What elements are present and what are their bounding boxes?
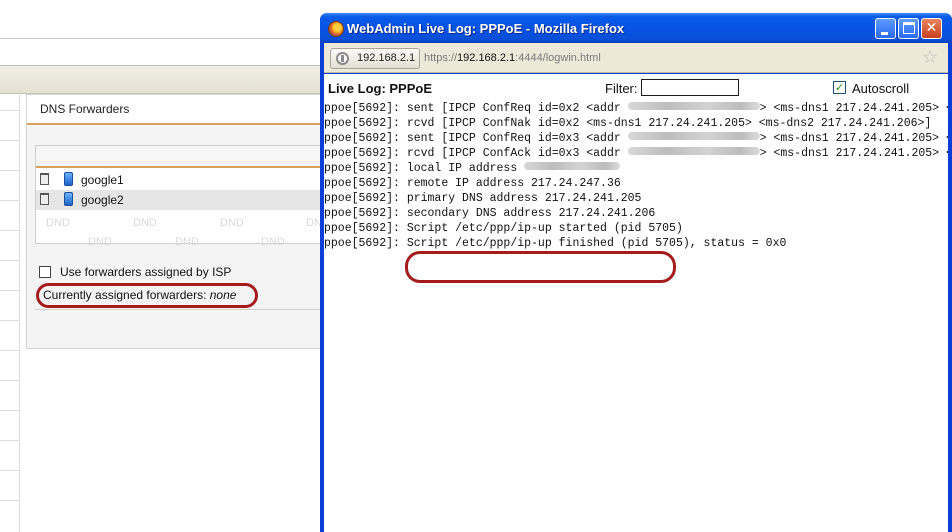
log-text: ppoe[5692]: sent [IPCP ConfReq id=0x3 <a…	[324, 132, 628, 145]
site-identity-label: 192.168.2.1	[357, 52, 416, 64]
dnd-watermark: DND	[88, 236, 112, 248]
server-icon	[64, 192, 73, 206]
minimize-icon	[881, 32, 888, 35]
log-content: Live Log: PPPoE Filter: ✓ Autoscroll ppo…	[324, 74, 948, 532]
autoscroll-label: Autoscroll	[852, 81, 910, 96]
window-title: WebAdmin Live Log: PPPoE - Mozilla Firef…	[347, 21, 625, 36]
use-isp-forwarders-label: Use forwarders assigned by ISP	[60, 265, 232, 279]
log-line: ppoe[5692]: sent [IPCP ConfReq id=0x2 <a…	[324, 101, 948, 116]
window-titlebar[interactable]: WebAdmin Live Log: PPPoE - Mozilla Firef…	[320, 13, 952, 43]
log-text: > <ms-dns1 217.24.241.205> <ms-d	[759, 102, 948, 115]
highlight-oval	[36, 283, 258, 308]
log-line: ppoe[5692]: remote IP address 217.24.247…	[324, 176, 948, 191]
globe-icon	[336, 52, 349, 65]
redacted-address	[524, 162, 621, 170]
log-text: ppoe[5692]: sent [IPCP ConfReq id=0x2 <a…	[324, 102, 628, 115]
log-line: ppoe[5692]: Script /etc/ppp/ip-up starte…	[324, 221, 948, 236]
log-text: ppoe[5692]: local IP address	[324, 162, 525, 175]
redacted-address	[627, 102, 760, 110]
log-title: Live Log: PPPoE	[328, 81, 433, 96]
highlight-oval	[405, 251, 676, 283]
log-text: > <ms-dns1 217.24.241.205> <ms-d	[759, 147, 948, 160]
dnd-watermark: DND	[133, 217, 157, 229]
live-log-window: WebAdmin Live Log: PPPoE - Mozilla Firef…	[320, 13, 952, 532]
close-icon: ✕	[925, 20, 938, 36]
log-text: ppoe[5692]: Script /etc/ppp/ip-up starte…	[324, 222, 683, 235]
forwarder-row-google2[interactable]: google2	[36, 190, 326, 210]
maximize-button[interactable]	[898, 18, 919, 39]
log-output: ppoe[5692]: sent [IPCP ConfReq id=0x2 <a…	[324, 101, 948, 501]
filter-label: Filter:	[605, 81, 638, 96]
maximize-icon	[903, 22, 915, 34]
url-host: 192.168.2.1	[457, 52, 516, 64]
log-line: ppoe[5692]: rcvd [IPCP ConfAck id=0x3 <a…	[324, 146, 948, 161]
dnd-watermark: DND	[220, 217, 244, 229]
log-text: ppoe[5692]: secondary DNS address 217.24…	[324, 207, 656, 220]
log-line: ppoe[5692]: primary DNS address 217.24.2…	[324, 191, 948, 206]
log-text: > <ms-dns1 217.24.241.205> <ms-d	[759, 132, 948, 145]
trash-icon[interactable]	[40, 193, 49, 205]
log-text: ppoe[5692]: remote IP address 217.24.247…	[324, 177, 621, 190]
log-text: ppoe[5692]: primary DNS address 217.24.2…	[324, 192, 642, 205]
forwarder-row-google1[interactable]: google1	[36, 170, 326, 190]
dnd-watermark: DND	[261, 236, 285, 248]
url-path: :4444/logwin.html	[515, 52, 601, 64]
log-line: ppoe[5692]: Script /etc/ppp/ip-up finish…	[324, 236, 948, 251]
log-line: ppoe[5692]: local IP address	[324, 161, 948, 176]
left-column	[0, 94, 20, 532]
log-line: ppoe[5692]: secondary DNS address 217.24…	[324, 206, 948, 221]
site-identity-button[interactable]: 192.168.2.1	[330, 48, 420, 69]
filter-input[interactable]	[641, 79, 739, 96]
url-field[interactable]: https://192.168.2.1:4444/logwin.html	[424, 52, 601, 64]
screen: DNS Forwarders google1 google2 DND DND D…	[0, 0, 952, 532]
redacted-address	[627, 132, 760, 140]
use-isp-forwarders-checkbox[interactable]	[39, 266, 51, 278]
log-line: ppoe[5692]: rcvd [IPCP ConfNak id=0x2 <m…	[324, 116, 948, 131]
autoscroll-checkbox[interactable]: ✓	[833, 81, 846, 94]
dnd-watermark: DND	[46, 217, 70, 229]
panel-title: DNS Forwarders	[40, 102, 130, 116]
bookmark-star-icon[interactable]: ☆	[920, 48, 940, 68]
log-line: ppoe[5692]: sent [IPCP ConfReq id=0x3 <a…	[324, 131, 948, 146]
forwarders-list-header	[36, 146, 326, 168]
forwarder-name: google2	[81, 193, 124, 207]
redacted-address	[627, 147, 760, 155]
close-button[interactable]: ✕	[921, 18, 942, 39]
url-scheme: https://	[424, 52, 458, 64]
dnd-watermark: DND	[175, 236, 199, 248]
address-bar: 192.168.2.1 https://192.168.2.1:4444/log…	[324, 43, 948, 73]
log-text: ppoe[5692]: rcvd [IPCP ConfNak id=0x2 <m…	[324, 117, 932, 130]
firefox-icon	[328, 21, 344, 37]
panel-divider	[35, 309, 326, 310]
server-icon	[64, 172, 73, 186]
log-text: ppoe[5692]: Script /etc/ppp/ip-up finish…	[324, 237, 787, 250]
minimize-button[interactable]	[875, 18, 896, 39]
log-text: ppoe[5692]: rcvd [IPCP ConfAck id=0x3 <a…	[324, 147, 628, 160]
trash-icon[interactable]	[40, 173, 49, 185]
forwarder-name: google1	[81, 173, 124, 187]
